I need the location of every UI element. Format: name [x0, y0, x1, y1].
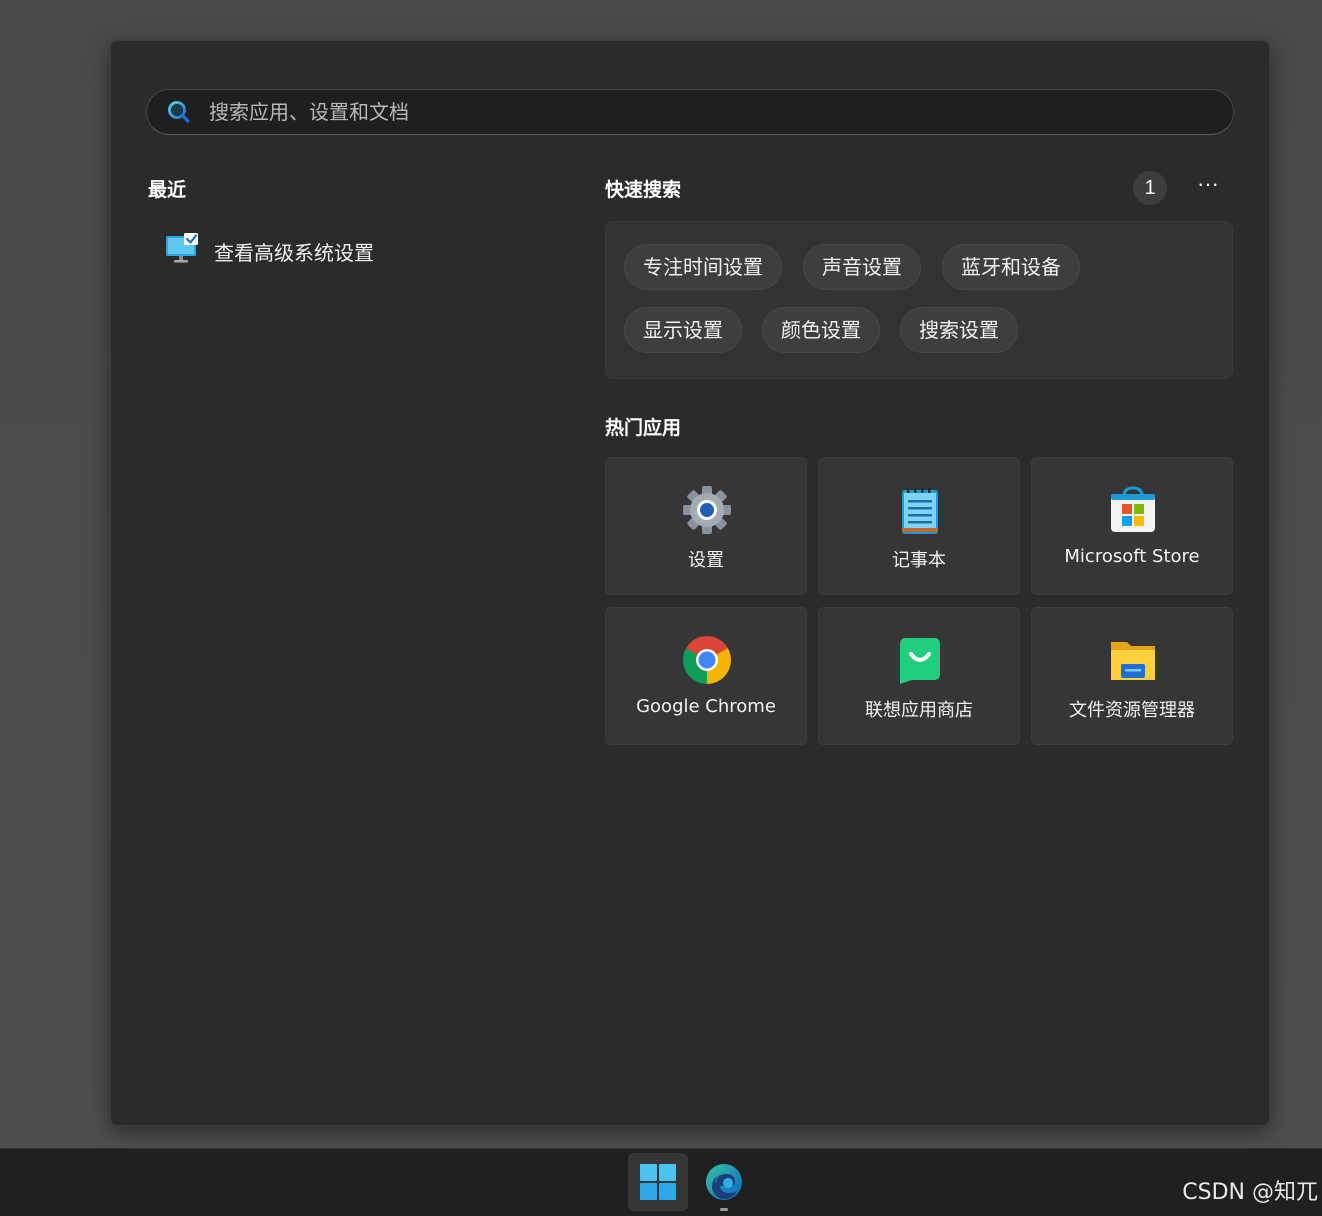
chip-sound-settings[interactable]: 声音设置	[803, 244, 921, 290]
chip-focus-settings[interactable]: 专注时间设置	[624, 244, 782, 290]
more-options-button[interactable]: ···	[1189, 171, 1227, 205]
app-tile-microsoft-store[interactable]: Microsoft Store	[1031, 457, 1233, 595]
app-tile-notepad[interactable]: 记事本	[818, 457, 1020, 595]
app-tile-label: 记事本	[892, 550, 946, 571]
recent-section-title: 最近	[148, 179, 187, 201]
lenovo-app-store-icon	[900, 638, 940, 684]
search-icon	[168, 101, 190, 123]
edge-icon	[706, 1164, 742, 1200]
app-tile-google-chrome[interactable]: Google Chrome	[605, 607, 807, 745]
chip-color-settings[interactable]: 颜色设置	[762, 307, 880, 353]
app-tile-label: 设置	[688, 550, 724, 571]
app-tile-label: 联想应用商店	[865, 700, 973, 721]
app-tile-settings[interactable]: 设置	[605, 457, 807, 595]
hot-apps-title: 热门应用	[605, 417, 682, 439]
chip-display-settings[interactable]: 显示设置	[624, 307, 742, 353]
recent-item-label: 查看高级系统设置	[214, 241, 374, 265]
chip-search-settings[interactable]: 搜索设置	[900, 307, 1018, 353]
monitor-check-icon	[166, 233, 198, 263]
microsoft-store-icon	[1111, 486, 1155, 532]
app-tile-label: 文件资源管理器	[1069, 700, 1195, 721]
taskbar	[0, 1148, 1322, 1216]
search-box[interactable]	[146, 89, 1234, 135]
app-tile-lenovo-app-store[interactable]: 联想应用商店	[818, 607, 1020, 745]
quick-search-count-badge: 1	[1133, 171, 1167, 205]
watermark-text: CSDN @知兀	[1182, 1180, 1318, 1205]
quick-search-card: 专注时间设置 声音设置 蓝牙和设备 显示设置 颜色设置 搜索设置	[605, 221, 1233, 379]
file-explorer-icon	[1111, 642, 1155, 680]
chrome-icon	[682, 636, 732, 684]
search-flyout-panel: 最近 查看高级系统设置 快速搜索 1 ··· 专注时间设置 声音设置 蓝牙和设备…	[110, 40, 1270, 1126]
app-tile-label: Microsoft Store	[1064, 546, 1200, 567]
quick-search-title: 快速搜索	[605, 179, 682, 201]
chip-bluetooth-devices[interactable]: 蓝牙和设备	[942, 244, 1080, 290]
app-tile-file-explorer[interactable]: 文件资源管理器	[1031, 607, 1233, 745]
start-button[interactable]	[628, 1153, 688, 1211]
search-input[interactable]	[209, 90, 1189, 134]
notepad-icon	[902, 487, 938, 534]
running-indicator	[720, 1208, 728, 1211]
windows-start-icon	[640, 1164, 676, 1200]
edge-taskbar-button[interactable]	[696, 1153, 752, 1211]
app-tile-label: Google Chrome	[636, 696, 776, 717]
recent-item-advanced-system-settings[interactable]: 查看高级系统设置	[159, 229, 519, 273]
settings-gear-icon	[683, 486, 731, 534]
